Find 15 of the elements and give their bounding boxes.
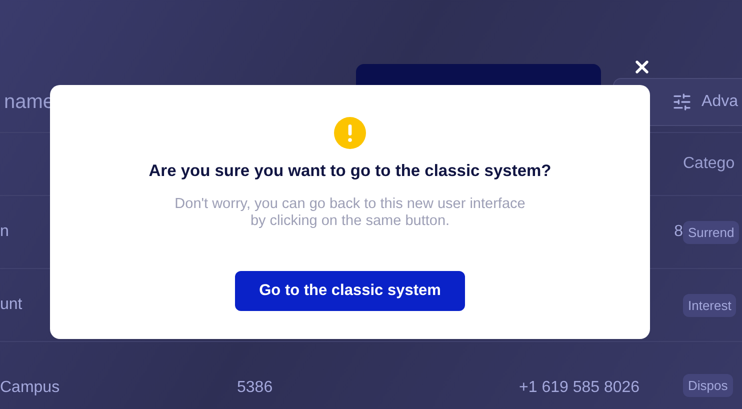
table-cell: +1 619 585 8026 bbox=[519, 379, 640, 397]
table-cell: 5386 bbox=[237, 379, 273, 397]
table-cell: unt bbox=[0, 296, 22, 314]
sliders-icon bbox=[672, 92, 692, 112]
category-tag: Dispos bbox=[683, 374, 733, 397]
table-cell: Campus bbox=[0, 379, 60, 397]
category-tag: Surrend bbox=[683, 220, 740, 244]
table-cell: n bbox=[0, 223, 9, 241]
dialog-message: Don't worry, you can go back to this new user interface by clicking on the same button. bbox=[174, 196, 526, 230]
dialog-title: Are you sure you want to go to the classic system? bbox=[148, 162, 552, 181]
column-header: Catego bbox=[683, 132, 742, 195]
confirm-button[interactable]: Go to the classic system bbox=[235, 271, 465, 311]
table-cell: 8 bbox=[674, 223, 683, 241]
warning-icon bbox=[334, 117, 366, 149]
category-tag: Interest bbox=[683, 294, 736, 316]
